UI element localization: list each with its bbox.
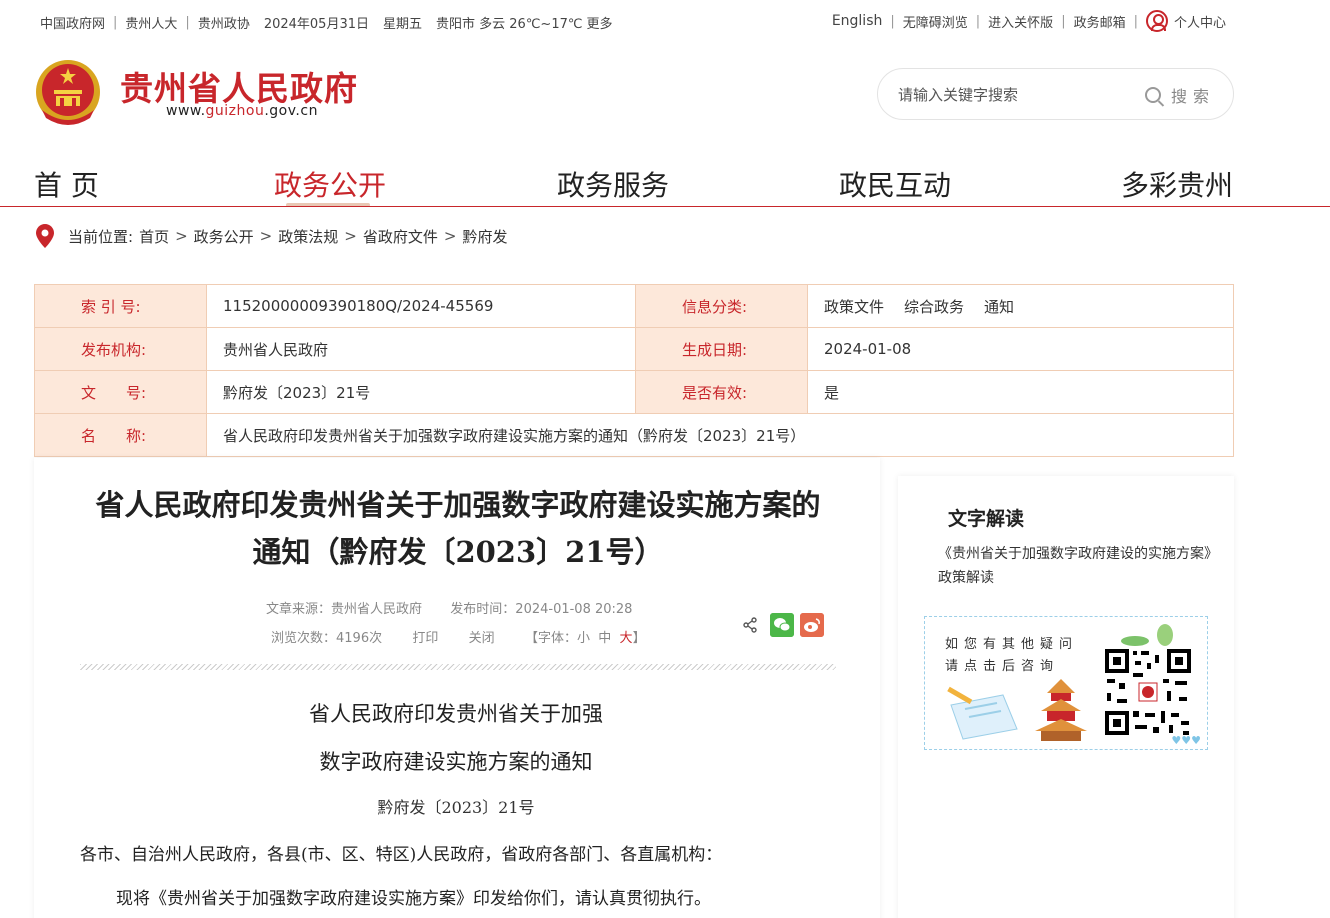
date-value: 2024-01-08 [807, 327, 1234, 371]
separator: | [890, 13, 895, 29]
breadcrumb: 当前位置: 首页 > 政务公开 > 政策法规 > 省政府文件 > 黔府发 [36, 224, 507, 248]
share-icon[interactable] [742, 617, 758, 633]
article-publish-time: 发布时间：2024-01-08 20:28 [450, 602, 633, 617]
table-row: 索 引 号: 11520000009390180Q/2024-45569 信息分… [34, 284, 1234, 328]
consult-banner[interactable]: 如您有其他疑问 请点击后咨询 ♥♥♥ [924, 616, 1208, 750]
consult-text-line2: 请点击后咨询 [945, 659, 1060, 674]
body-title-line1: 省人民政府印发贵州省关于加强 [309, 702, 603, 726]
table-row: 发布机构: 贵州省人民政府 生成日期: 2024-01-08 [34, 327, 1234, 371]
name-label: 名 称: [34, 413, 207, 457]
font-large-link[interactable]: 大 [620, 631, 633, 646]
heart-decoration-icon: ♥♥♥ [1171, 734, 1201, 747]
article-title: 省人民政府印发贵州省关于加强数字政府建设实施方案的 通知（黔府发〔2023〕21… [95, 488, 821, 569]
breadcrumb-gov-affairs[interactable]: 政务公开 [194, 226, 254, 247]
main-nav: 首 页 政务公开 政务服务 政民互动 多彩贵州 [0, 160, 1330, 208]
article-views: 浏览次数：4196次 [271, 631, 383, 646]
index-value: 11520000009390180Q/2024-45569 [206, 284, 636, 328]
body-title-line2: 数字政府建设实施方案的通知 [319, 750, 593, 774]
search-input[interactable] [898, 83, 1138, 107]
interpretation-link[interactable]: 《贵州省关于加强数字政府建设的实施方案》政策解读 [938, 542, 1218, 590]
close-link[interactable]: 关闭 [469, 631, 495, 646]
validity-label: 是否有效: [635, 370, 808, 414]
search-button[interactable]: 搜索 [1144, 83, 1215, 107]
nav-item-interaction[interactable]: 政民互动 [839, 164, 951, 204]
weather-more-link[interactable]: 更多 [586, 13, 612, 32]
nav-item-gov-affairs[interactable]: 政务公开 [274, 164, 386, 204]
category-label: 信息分类: [635, 284, 808, 328]
category-value: 政策文件 综合政务 通知 [807, 284, 1234, 328]
body-paragraph: 现将《贵州省关于加强数字政府建设实施方案》印发给你们，请认真贯彻执行。 [116, 889, 711, 909]
site-url: www.guizhou.gov.cn [166, 103, 318, 119]
separator: | [975, 13, 981, 29]
nav-item-home[interactable]: 首 页 [34, 164, 99, 204]
user-icon[interactable] [1145, 10, 1168, 32]
name-value: 省人民政府印发贵州省关于加强数字政府建设实施方案的通知（黔府发〔2023〕21号… [206, 413, 1234, 457]
search-icon [1144, 87, 1161, 103]
doc-number-value: 黔府发〔2023〕21号 [206, 370, 636, 414]
link-care-mode[interactable]: 进入关怀版 [988, 12, 1053, 31]
print-link[interactable]: 打印 [412, 631, 438, 646]
link-gov-mail[interactable]: 政务邮箱 [1074, 12, 1126, 31]
publisher-label: 发布机构: [34, 327, 207, 371]
top-bar-right: English | 无障碍浏览 | 进入关怀版 | 政务邮箱 | 个人中心 [832, 10, 1226, 32]
top-bar-left: 中国政府网 | 贵州人大 | 贵州政协 2024年05月31日 星期五 贵阳市 … [40, 13, 612, 32]
body-paragraph: 各市、自治州人民政府，各县(市、区、特区)人民政府，省政府各部门、各直属机构： [80, 845, 723, 865]
nav-item-colorful-guizhou[interactable]: 多彩贵州 [1121, 164, 1233, 204]
wechat-icon[interactable] [770, 613, 794, 637]
table-row: 名 称: 省人民政府印发贵州省关于加强数字政府建设实施方案的通知（黔府发〔202… [34, 413, 1234, 457]
link-accessibility[interactable]: 无障碍浏览 [903, 12, 968, 31]
separator: | [1133, 13, 1138, 29]
side-panel: 文字解读 《贵州省关于加强数字政府建设的实施方案》政策解读 如您有其他疑问 请点… [898, 476, 1234, 918]
article-tools: 浏览次数：4196次 打印 关闭 【字体：小 中 大】 [271, 631, 646, 646]
breadcrumb-qianfufa[interactable]: 黔府发 [462, 226, 507, 247]
link-gz-npc[interactable]: 贵州人大 [125, 13, 177, 32]
nav-item-gov-services[interactable]: 政务服务 [557, 164, 669, 204]
nav-divider [0, 206, 1330, 207]
pavilion-illustration-icon [1035, 679, 1087, 741]
breadcrumb-home[interactable]: 首页 [139, 226, 169, 247]
leaf-decoration-icon [1121, 624, 1173, 646]
consult-text-line1: 如您有其他疑问 [945, 637, 1079, 652]
article-meta: 文章来源：贵州省人民政府 发布时间：2024-01-08 20:28 [266, 598, 632, 617]
document-illustration-icon [947, 686, 1018, 740]
article-card: 省人民政府印发贵州省关于加强数字政府建设实施方案的 通知（黔府发〔2023〕21… [34, 458, 880, 918]
separator: | [1061, 13, 1066, 29]
index-label: 索 引 号: [34, 284, 207, 328]
doc-number-label: 文 号: [34, 370, 207, 414]
separator: | [185, 15, 190, 30]
article-source: 文章来源：贵州省人民政府 [266, 602, 423, 617]
validity-value: 是 [807, 370, 1234, 414]
link-gz-cppcc[interactable]: 贵州政协 [198, 13, 250, 32]
current-weekday: 星期五 [383, 17, 423, 32]
breadcrumb-policy[interactable]: 政策法规 [278, 226, 338, 247]
weibo-icon[interactable] [800, 613, 824, 637]
document-info-table: 索 引 号: 11520000009390180Q/2024-45569 信息分… [34, 284, 1234, 457]
top-bar: 中国政府网 | 贵州人大 | 贵州政协 2024年05月31日 星期五 贵阳市 … [0, 0, 1330, 44]
side-title: 文字解读 [948, 508, 1025, 530]
user-center-link[interactable]: 个人中心 [1174, 12, 1226, 31]
font-medium-link[interactable]: 中 [598, 631, 611, 646]
breadcrumb-provincial-docs[interactable]: 省政府文件 [363, 226, 438, 247]
link-english[interactable]: English [832, 13, 883, 29]
font-small-link[interactable]: 小 [577, 631, 590, 646]
body-doc-number: 黔府发〔2023〕21号 [377, 798, 535, 817]
link-gov-cn[interactable]: 中国政府网 [40, 13, 105, 32]
national-emblem-icon[interactable] [34, 58, 102, 130]
table-row: 文 号: 黔府发〔2023〕21号 是否有效: 是 [34, 370, 1234, 414]
share-bar [742, 613, 824, 637]
weather-info: 贵阳市 多云 26℃~17℃ [436, 17, 583, 32]
breadcrumb-label: 当前位置: [68, 227, 134, 246]
article-divider [80, 664, 836, 670]
qr-code-icon[interactable] [1103, 647, 1193, 737]
publisher-value: 贵州省人民政府 [206, 327, 636, 371]
date-label: 生成日期: [635, 327, 808, 371]
search-box: 搜索 [877, 68, 1234, 120]
current-date: 2024年05月31日 [263, 17, 369, 32]
location-pin-icon [36, 224, 54, 248]
separator: | [113, 15, 118, 30]
